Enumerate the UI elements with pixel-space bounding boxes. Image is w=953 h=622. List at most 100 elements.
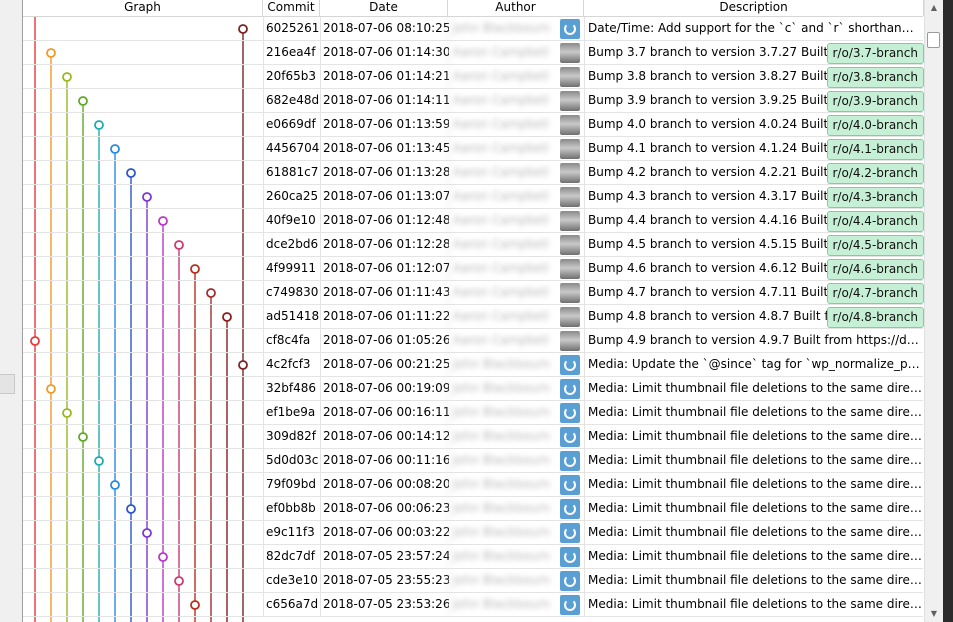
table-row[interactable]: 40f9e10 2018-07-06 01:12:48 Aaron Campbell… — [23, 209, 926, 233]
user-photo-icon — [560, 235, 580, 255]
commit-date: 2018-07-06 01:13:07 — [320, 185, 449, 208]
commit-author: John Blackbourn — [448, 545, 563, 568]
wp-icon — [560, 379, 580, 399]
commit-description: Bump 4.7 branch to version 4.7.11 Built … — [584, 281, 926, 304]
branch-tag[interactable]: r/o/4.2-branch — [826, 163, 924, 184]
table-row[interactable]: 79f09bd 2018-07-06 00:08:20 John Blackbour… — [23, 473, 926, 497]
branch-tag[interactable]: r/o/4.3-branch — [826, 187, 924, 208]
commit-hash: 309d82f — [263, 425, 322, 448]
branch-tag[interactable]: r/o/4.8-branch — [826, 307, 924, 328]
commit-hash: ef1be9a — [263, 401, 322, 424]
commit-description: Bump 4.0 branch to version 4.0.24 Built … — [584, 113, 926, 136]
commit-hash: cf8c4fa — [263, 329, 322, 352]
scrollbar-thumb[interactable] — [927, 32, 940, 48]
commit-description: Bump 4.3 branch to version 4.3.17 Built … — [584, 185, 926, 208]
commit-date: 2018-07-05 23:57:24 — [320, 545, 449, 568]
table-row[interactable]: c656a7d 2018-07-05 23:53:26 John Blackbour… — [23, 593, 926, 617]
column-header-description[interactable]: Description — [584, 0, 924, 16]
branch-tag[interactable]: r/o/4.5-branch — [826, 235, 924, 256]
commit-date: 2018-07-06 00:03:22 — [320, 521, 449, 544]
table-row[interactable]: 61881c7 2018-07-06 01:13:28 Aaron Campbell… — [23, 161, 926, 185]
commit-author: Aaron Campbell — [448, 305, 563, 328]
description-text: Media: Limit thumbnail file deletions to… — [588, 453, 926, 467]
table-row[interactable]: 682e48d 2018-07-06 01:14:11 Aaron Campbell… — [23, 89, 926, 113]
commit-author: John Blackbourn — [448, 473, 563, 496]
commit-log-panel: Graph Commit Date Author Description 602… — [22, 0, 953, 622]
table-row[interactable]: 309d82f 2018-07-06 00:14:12 John Blackbour… — [23, 425, 926, 449]
table-row[interactable]: 32bf486 2018-07-06 00:19:09 John Blackbour… — [23, 377, 926, 401]
table-row[interactable]: 82dc7df 2018-07-05 23:57:24 John Blackbour… — [23, 545, 926, 569]
table-row[interactable]: 6025261 2018-07-06 08:10:25 John Blackbour… — [23, 17, 923, 41]
commit-hash: cde3e10 — [263, 569, 322, 592]
table-row[interactable]: c749830 2018-07-06 01:11:43 Aaron Campbell… — [23, 281, 926, 305]
commit-description: Media: Limit thumbnail file deletions to… — [584, 449, 926, 472]
commit-date: 2018-07-06 01:12:48 — [320, 209, 449, 232]
wp-icon — [560, 523, 580, 543]
splitter-handle[interactable] — [0, 374, 15, 394]
wp-icon — [560, 355, 580, 375]
branch-tag[interactable]: r/o/3.8-branch — [826, 67, 924, 88]
commit-author: Aaron Campbell — [448, 65, 563, 88]
branch-tag[interactable]: r/o/4.4-branch — [826, 211, 924, 232]
commit-date: 2018-07-06 01:12:07 — [320, 257, 449, 280]
commit-hash: 40f9e10 — [263, 209, 322, 232]
wp-icon — [560, 403, 580, 423]
table-row[interactable]: dce2bd6 2018-07-06 01:12:28 Aaron Campbell… — [23, 233, 926, 257]
table-row[interactable]: ad51418 2018-07-06 01:11:22 Aaron Campbell… — [23, 305, 926, 329]
column-header-author[interactable]: Author — [448, 0, 584, 16]
column-header-graph[interactable]: Graph — [23, 0, 263, 16]
column-header-date[interactable]: Date — [320, 0, 448, 16]
user-photo-icon — [560, 331, 580, 351]
table-row[interactable]: 4456704 2018-07-06 01:13:45 Aaron Campbell… — [23, 137, 926, 161]
commit-date: 2018-07-06 00:08:20 — [320, 473, 449, 496]
scroll-up-icon[interactable]: ▲ — [925, 0, 943, 16]
table-row[interactable]: cde3e10 2018-07-05 23:55:23 John Blackbour… — [23, 569, 926, 593]
table-row[interactable]: cf8c4fa 2018-07-06 01:05:26 Aaron Campbell… — [23, 329, 926, 353]
wp-icon — [560, 595, 580, 615]
commit-author: John Blackbourn — [448, 401, 563, 424]
commit-date: 2018-07-06 01:13:45 — [320, 137, 449, 160]
table-row[interactable]: 5d0d03c 2018-07-06 00:11:16 John Blackbour… — [23, 449, 926, 473]
column-header-row: Graph Commit Date Author Description — [23, 0, 924, 17]
commit-description: Bump 3.7 branch to version 3.7.27 Built … — [584, 41, 926, 64]
branch-tag[interactable]: r/o/3.9-branch — [826, 91, 924, 112]
branch-tag[interactable]: r/o/4.7-branch — [826, 283, 924, 304]
commit-author: Aaron Campbell — [448, 113, 563, 136]
commit-hash: 5d0d03c — [263, 449, 322, 472]
description-text: Bump 4.9 branch to version 4.9.7 Built f… — [588, 333, 926, 347]
description-text: Media: Limit thumbnail file deletions to… — [588, 477, 926, 491]
wp-icon — [560, 475, 580, 495]
commit-date: 2018-07-06 00:19:09 — [320, 377, 449, 400]
branch-tag[interactable]: r/o/4.1-branch — [826, 139, 924, 160]
commit-description: Media: Limit thumbnail file deletions to… — [584, 545, 926, 568]
description-text: Media: Limit thumbnail file deletions to… — [588, 549, 926, 563]
commit-author: Aaron Campbell — [448, 233, 563, 256]
description-text: Media: Limit thumbnail file deletions to… — [588, 525, 926, 539]
commit-author: Aaron Campbell — [448, 41, 563, 64]
commit-author: John Blackbourn — [448, 569, 563, 592]
table-row[interactable]: 4c2fcf3 2018-07-06 00:21:25 John Blackbour… — [23, 353, 923, 377]
commit-hash: 4c2fcf3 — [263, 353, 322, 376]
table-row[interactable]: 216ea4f 2018-07-06 01:14:30 Aaron Campbell… — [23, 41, 926, 65]
table-row[interactable]: ef0bb8b 2018-07-06 00:06:23 John Blackbour… — [23, 497, 926, 521]
vertical-scrollbar[interactable]: ▲ ▼ — [924, 0, 943, 622]
commit-hash: 260ca25 — [263, 185, 322, 208]
commit-hash: c749830 — [263, 281, 322, 304]
table-row[interactable]: e9c11f3 2018-07-06 00:03:22 John Blackbour… — [23, 521, 926, 545]
user-photo-icon — [560, 115, 580, 135]
branch-tag[interactable]: r/o/4.0-branch — [826, 115, 924, 136]
scroll-down-icon[interactable]: ▼ — [925, 606, 943, 622]
commit-author: John Blackbourn — [448, 377, 563, 400]
column-header-commit[interactable]: Commit — [263, 0, 320, 16]
branch-tag[interactable]: r/o/3.7-branch — [826, 43, 924, 64]
table-row[interactable]: 20f65b3 2018-07-06 01:14:21 Aaron Campbell… — [23, 65, 926, 89]
table-row[interactable]: 4f99911 2018-07-06 01:12:07 Aaron Campbell… — [23, 257, 926, 281]
commit-author: John Blackbourn — [448, 593, 563, 616]
commit-author: John Blackbourn — [448, 449, 563, 472]
table-row[interactable]: ef1be9a 2018-07-06 00:16:11 John Blackbour… — [23, 401, 926, 425]
commit-date: 2018-07-06 01:13:28 — [320, 161, 449, 184]
table-row[interactable]: 260ca25 2018-07-06 01:13:07 Aaron Campbell… — [23, 185, 926, 209]
branch-tag[interactable]: r/o/4.6-branch — [826, 259, 924, 280]
commit-date: 2018-07-06 01:14:30 — [320, 41, 449, 64]
table-row[interactable]: e0669df 2018-07-06 01:13:59 Aaron Campbell… — [23, 113, 926, 137]
